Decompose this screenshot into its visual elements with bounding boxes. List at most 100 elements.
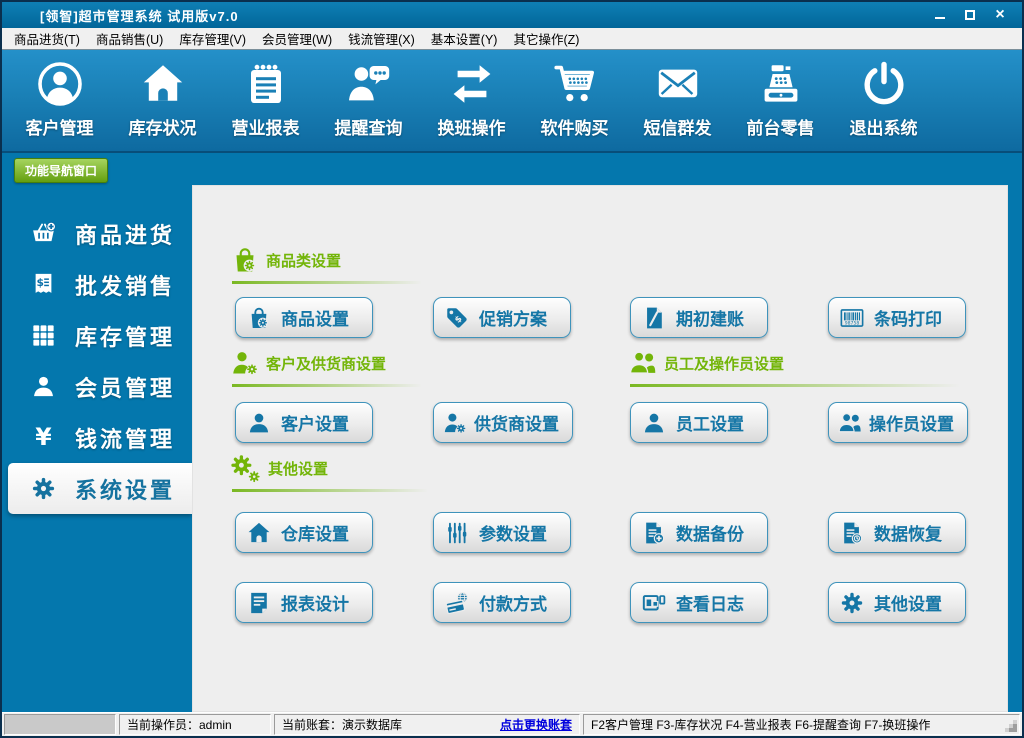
status-account-panel: 当前账套：演示数据库 点击更换账套 <box>274 714 580 735</box>
window-controls: × <box>930 6 1022 24</box>
home-icon <box>139 60 187 108</box>
user-circle-icon <box>36 60 84 108</box>
bag-gear-icon <box>246 305 272 331</box>
cart-icon <box>551 60 599 108</box>
users-icon <box>837 410 863 436</box>
opening-balance-button[interactable]: 期初建账 <box>630 297 768 338</box>
content-panel: 商品类设置 客户及供货商设置 员工及操作员设置 其他设置 商品设置 <box>192 185 1008 712</box>
sidebar-item-cash-flow-management[interactable]: 钱流管理 <box>8 412 192 463</box>
payment-method-button[interactable]: 付款方式 <box>433 582 571 623</box>
barcode-icon: 98758 <box>839 305 865 331</box>
section-other-settings: 其他设置 <box>228 451 328 485</box>
report-design-button[interactable]: 报表设计 <box>235 582 373 623</box>
menu-goods-sales[interactable]: 商品销售(U) <box>88 27 171 50</box>
operator-settings-button[interactable]: 操作员设置 <box>828 402 968 443</box>
report-icon <box>246 590 272 616</box>
title-bar: [领智]超市管理系统 试用版v7.0 × <box>2 2 1022 28</box>
toolbar-label: 退出系统 <box>850 114 918 139</box>
toolbar-label: 库存状况 <box>129 114 197 139</box>
toolbar-pos-retail[interactable]: 前台零售 <box>729 60 832 151</box>
menu-inventory[interactable]: 库存管理(V) <box>171 27 254 50</box>
toolbar-shift-change[interactable]: 换班操作 <box>420 60 523 151</box>
receipt-dollar-icon <box>30 271 57 298</box>
toolbar-sms-broadcast[interactable]: 短信群发 <box>626 60 729 151</box>
user-icon <box>641 410 667 436</box>
users-icon <box>628 348 658 378</box>
resize-grip[interactable] <box>1013 728 1017 732</box>
customer-settings-button[interactable]: 客户设置 <box>235 402 373 443</box>
current-account-label: 当前账套：演示数据库 <box>282 716 402 733</box>
sidebar-item-goods-purchase[interactable]: 商品进货 <box>8 208 192 259</box>
employee-settings-button[interactable]: 员工设置 <box>630 402 768 443</box>
section-title: 客户及供货商设置 <box>266 353 386 374</box>
minimize-button[interactable] <box>930 6 950 24</box>
barcode-print-button[interactable]: 98758 条码打印 <box>828 297 966 338</box>
section-product-settings: 商品类设置 <box>230 245 341 275</box>
status-bar: 当前操作员：admin 当前账套：演示数据库 点击更换账套 F2客户管理 F3-… <box>2 712 1022 736</box>
warehouse-settings-button[interactable]: 仓库设置 <box>235 512 373 553</box>
section-title: 员工及操作员设置 <box>664 353 784 374</box>
menu-goods-purchase[interactable]: 商品进货(T) <box>6 27 88 50</box>
product-settings-button[interactable]: 商品设置 <box>235 297 373 338</box>
user-gear-icon <box>230 348 260 378</box>
menu-members[interactable]: 会员管理(W) <box>254 27 340 50</box>
menu-other-operations[interactable]: 其它操作(Z) <box>505 27 587 50</box>
person-chat-icon <box>345 60 393 108</box>
button-label: 条码打印 <box>874 305 942 330</box>
menu-cash-flow[interactable]: 钱流管理(X) <box>340 27 423 50</box>
sidebar-item-label: 商品进货 <box>75 218 175 250</box>
data-backup-button[interactable]: 数据备份 <box>630 512 768 553</box>
toolbar-customer-management[interactable]: 客户管理 <box>8 60 111 151</box>
bag-gear-icon <box>230 245 260 275</box>
hotkeys-label: F2客户管理 F3-库存状况 F4-营业报表 F6-提醒查询 F7-换班操作 <box>591 716 930 733</box>
toolbar-reminder-query[interactable]: 提醒查询 <box>317 60 420 151</box>
button-label: 查看日志 <box>676 590 744 615</box>
toolbar-label: 软件购买 <box>541 114 609 139</box>
doc-clock-icon <box>839 520 865 546</box>
close-icon: × <box>995 7 1004 23</box>
maximize-button[interactable] <box>960 6 980 24</box>
section-underline <box>232 384 422 387</box>
basket-plus-icon <box>30 220 57 247</box>
supplier-settings-button[interactable]: 供货商设置 <box>433 402 573 443</box>
menu-basic-settings[interactable]: 基本设置(Y) <box>423 27 506 50</box>
gears-icon <box>228 451 262 485</box>
button-label: 付款方式 <box>479 590 547 615</box>
other-settings-button[interactable]: 其他设置 <box>828 582 966 623</box>
sidebar-item-label: 系统设置 <box>75 473 175 505</box>
promotion-plan-button[interactable]: 促销方案 <box>433 297 571 338</box>
user-icon <box>246 410 272 436</box>
toolbar-inventory-status[interactable]: 库存状况 <box>111 60 214 151</box>
data-restore-button[interactable]: 数据恢复 <box>828 512 966 553</box>
yen-icon <box>30 424 57 451</box>
button-label: 参数设置 <box>479 520 547 545</box>
status-empty-panel <box>4 714 116 735</box>
sidebar-item-inventory-management[interactable]: 库存管理 <box>8 310 192 361</box>
app-window: [领智]超市管理系统 试用版v7.0 × 商品进货(T) 商品销售(U) 库存管… <box>0 0 1024 738</box>
toolbar-business-report[interactable]: 营业报表 <box>214 60 317 151</box>
sliders-icon <box>444 520 470 546</box>
toolbar-exit-system[interactable]: 退出系统 <box>832 60 935 151</box>
sidebar-item-system-settings[interactable]: 系统设置 <box>8 463 192 514</box>
sidebar-item-wholesale-sales[interactable]: 批发销售 <box>8 259 192 310</box>
parameter-settings-button[interactable]: 参数设置 <box>433 512 571 553</box>
view-log-button[interactable]: 查看日志 <box>630 582 768 623</box>
toolbar-software-purchase[interactable]: 软件购买 <box>523 60 626 151</box>
section-employee-operator-settings: 员工及操作员设置 <box>628 348 784 378</box>
notepad-icon <box>242 60 290 108</box>
mail-icon <box>654 60 702 108</box>
cash-register-icon <box>757 60 805 108</box>
sidebar-item-member-management[interactable]: 会员管理 <box>8 361 192 412</box>
home-icon <box>246 520 272 546</box>
user-icon <box>30 373 57 400</box>
grid-icon <box>30 322 57 349</box>
switch-account-link[interactable]: 点击更换账套 <box>500 716 572 733</box>
function-nav-tab[interactable]: 功能导航窗口 <box>14 158 108 183</box>
window-title: [领智]超市管理系统 试用版v7.0 <box>2 6 239 25</box>
close-button[interactable]: × <box>990 6 1010 24</box>
credit-card-icon <box>444 590 470 616</box>
main-area: 功能导航窗口 商品进货 批发销售 库存管理 会员管理 钱流管理 <box>2 153 1022 712</box>
button-label: 报表设计 <box>281 590 349 615</box>
button-label: 操作员设置 <box>869 410 954 435</box>
toolbar-label: 前台零售 <box>747 114 815 139</box>
